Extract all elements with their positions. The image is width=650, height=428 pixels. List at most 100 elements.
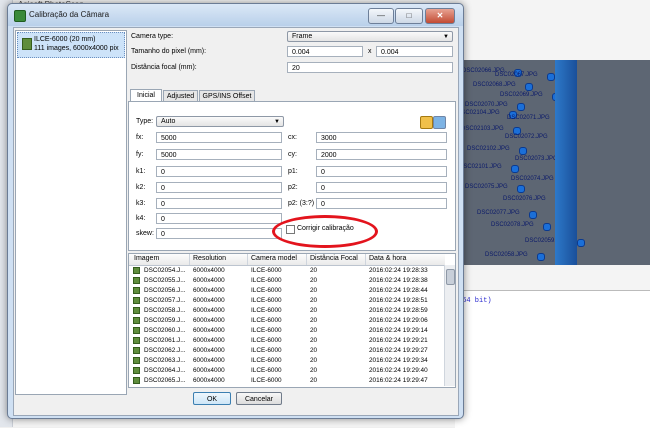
p2b-input[interactable]: 0 [316,198,447,209]
chevron-down-icon: ▼ [443,34,449,40]
column-header-focal[interactable]: Distância Focal [310,255,358,262]
p2-input[interactable]: 0 [316,182,447,193]
column-header-resolution[interactable]: Resolution [193,255,226,262]
table-cell: DSC02057.J... [144,297,186,304]
table-cell: 20 [310,267,318,274]
k4-input[interactable]: 0 [156,213,282,224]
table-cell: DSC02055.J... [144,277,186,284]
close-button[interactable]: ✕ [425,8,455,24]
table-cell: ILCE-6000 [251,307,282,314]
minimize-button[interactable]: — [368,8,394,24]
table-cell: 2016:02:24 19:29:06 [369,317,428,324]
k1-input[interactable]: 0 [156,166,282,177]
type-label: Type: [136,118,154,125]
camera-type-select[interactable]: Frame ▼ [287,31,453,42]
table-cell: DSC02063.J... [144,357,186,364]
table-cell: ILCE-6000 [251,377,282,384]
cancel-button[interactable]: Cancelar [236,392,282,405]
table-row[interactable]: DSC02063.J... 6000x4000 ILCE-6000 20 2016:02… [129,356,445,365]
open-folder-icon[interactable] [420,116,433,129]
table-cell: 6000x4000 [193,357,225,364]
photo-label: DSC02067.JPG [495,72,538,78]
k3-input[interactable]: 0 [156,198,282,209]
table-cell: DSC02054.J... [144,267,186,274]
table-cell: 2016:02:24 19:29:27 [369,347,428,354]
table-scrollbar[interactable] [444,265,455,386]
fy-input[interactable]: 5000 [156,149,282,160]
image-icon [133,367,140,374]
table-row[interactable]: DSC02061.J... 6000x4000 ILCE-6000 20 2016:02… [129,336,445,345]
image-icon [133,277,140,284]
table-cell: ILCE-6000 [251,347,282,354]
table-row[interactable]: DSC02054.J... 6000x4000 ILCE-6000 20 2016:02… [129,266,445,275]
table-cell: 2016:02:24 19:29:47 [369,377,428,384]
table-cell: 2016:02:24 19:28:59 [369,307,428,314]
highlight-ellipse [272,215,378,248]
table-cell: 6000x4000 [193,377,225,384]
image-icon [133,357,140,364]
focal-length-label: Distância focal (mm): [131,64,197,71]
table-cell: ILCE-6000 [251,297,282,304]
table-cell: 6000x4000 [193,267,225,274]
table-cell: ILCE-6000 [251,357,282,364]
photo-camera-marker[interactable] [517,185,525,193]
column-header-camera-model[interactable]: Camera model [251,255,297,262]
k2-input[interactable]: 0 [156,182,282,193]
table-cell: 6000x4000 [193,287,225,294]
table-row[interactable]: DSC02057.J... 6000x4000 ILCE-6000 20 2016:02… [129,296,445,305]
photo-table[interactable]: Imagem Resolution Camera model Distância… [128,253,456,388]
pixel-size-y-input[interactable]: 0.004 [376,46,453,57]
scrollbar-thumb[interactable] [446,269,455,285]
ok-button[interactable]: OK [193,392,231,405]
point-cloud-strip [555,60,577,265]
photo-camera-marker[interactable] [517,103,525,111]
column-header-datetime[interactable]: Data & hora [369,255,406,262]
p2b-label: p2: (3:?) [288,200,315,207]
photo-camera-marker[interactable] [537,253,545,261]
k3-label: k3: [136,200,146,207]
table-row[interactable]: DSC02060.J... 6000x4000 ILCE-6000 20 2016:02… [129,326,445,335]
photo-label: DSC02103.JPG [461,126,504,132]
save-icon[interactable] [433,116,446,129]
maximize-button[interactable]: □ [395,8,423,24]
photo-camera-marker[interactable] [519,147,527,155]
table-cell: 20 [310,377,318,384]
cy-input[interactable]: 2000 [316,149,447,160]
skew-input[interactable]: 0 [156,228,282,239]
column-header-imagem[interactable]: Imagem [134,255,159,262]
photo-camera-marker[interactable] [543,223,551,231]
type-select[interactable]: Auto ▼ [156,116,284,127]
photo-label: DSC02101.JPG [459,164,502,170]
camera-group-list[interactable]: ILCE-6000 (20 mm) 111 images, 6000x4000 … [15,30,127,395]
table-cell: ILCE-6000 [251,267,282,274]
table-row[interactable]: DSC02065.J... 6000x4000 ILCE-6000 20 2016:02… [129,376,445,385]
photo-camera-marker[interactable] [525,83,533,91]
p1-input[interactable]: 0 [316,166,447,177]
camera-type-label: Camera type: [131,33,174,40]
cx-input[interactable]: 3000 [316,132,447,143]
photo-camera-marker[interactable] [529,211,537,219]
table-cell: 2016:02:24 19:29:21 [369,337,428,344]
table-row[interactable]: DSC02055.J... 6000x4000 ILCE-6000 20 2016:02… [129,276,445,285]
photo-camera-marker[interactable] [577,239,585,247]
table-row[interactable]: DSC02062.J... 6000x4000 ILCE-6000 20 2016:02… [129,346,445,355]
table-row[interactable]: DSC02064.J... 6000x4000 ILCE-6000 20 2016:02… [129,366,445,375]
table-row[interactable]: DSC02056.J... 6000x4000 ILCE-6000 20 2016:02… [129,286,445,295]
focal-length-input[interactable]: 20 [287,62,453,73]
photo-camera-marker[interactable] [511,165,519,173]
table-cell: ILCE-6000 [251,337,282,344]
photo-camera-marker[interactable] [547,73,555,81]
k4-label: k4: [136,215,146,222]
pixel-size-x-input[interactable]: 0.004 [287,46,363,57]
table-row[interactable]: DSC02059.J... 6000x4000 ILCE-6000 20 2016:02… [129,316,445,325]
camera-group-item[interactable]: ILCE-6000 (20 mm) 111 images, 6000x4000 … [17,32,125,58]
p2-label: p2: [288,184,298,191]
table-cell: 6000x4000 [193,367,225,374]
model-viewport[interactable]: DSC02066.JPG DSC02067.JPG DSC02068.JPG DSC0… [455,60,650,265]
photo-label: DSC02068.JPG [473,82,516,88]
fx-input[interactable]: 5000 [156,132,282,143]
table-cell: DSC02060.J... [144,327,186,334]
column-separator [365,254,366,265]
photo-label: DSC02074.JPG [511,176,554,182]
table-row[interactable]: DSC02058.J... 6000x4000 ILCE-6000 20 2016:02… [129,306,445,315]
